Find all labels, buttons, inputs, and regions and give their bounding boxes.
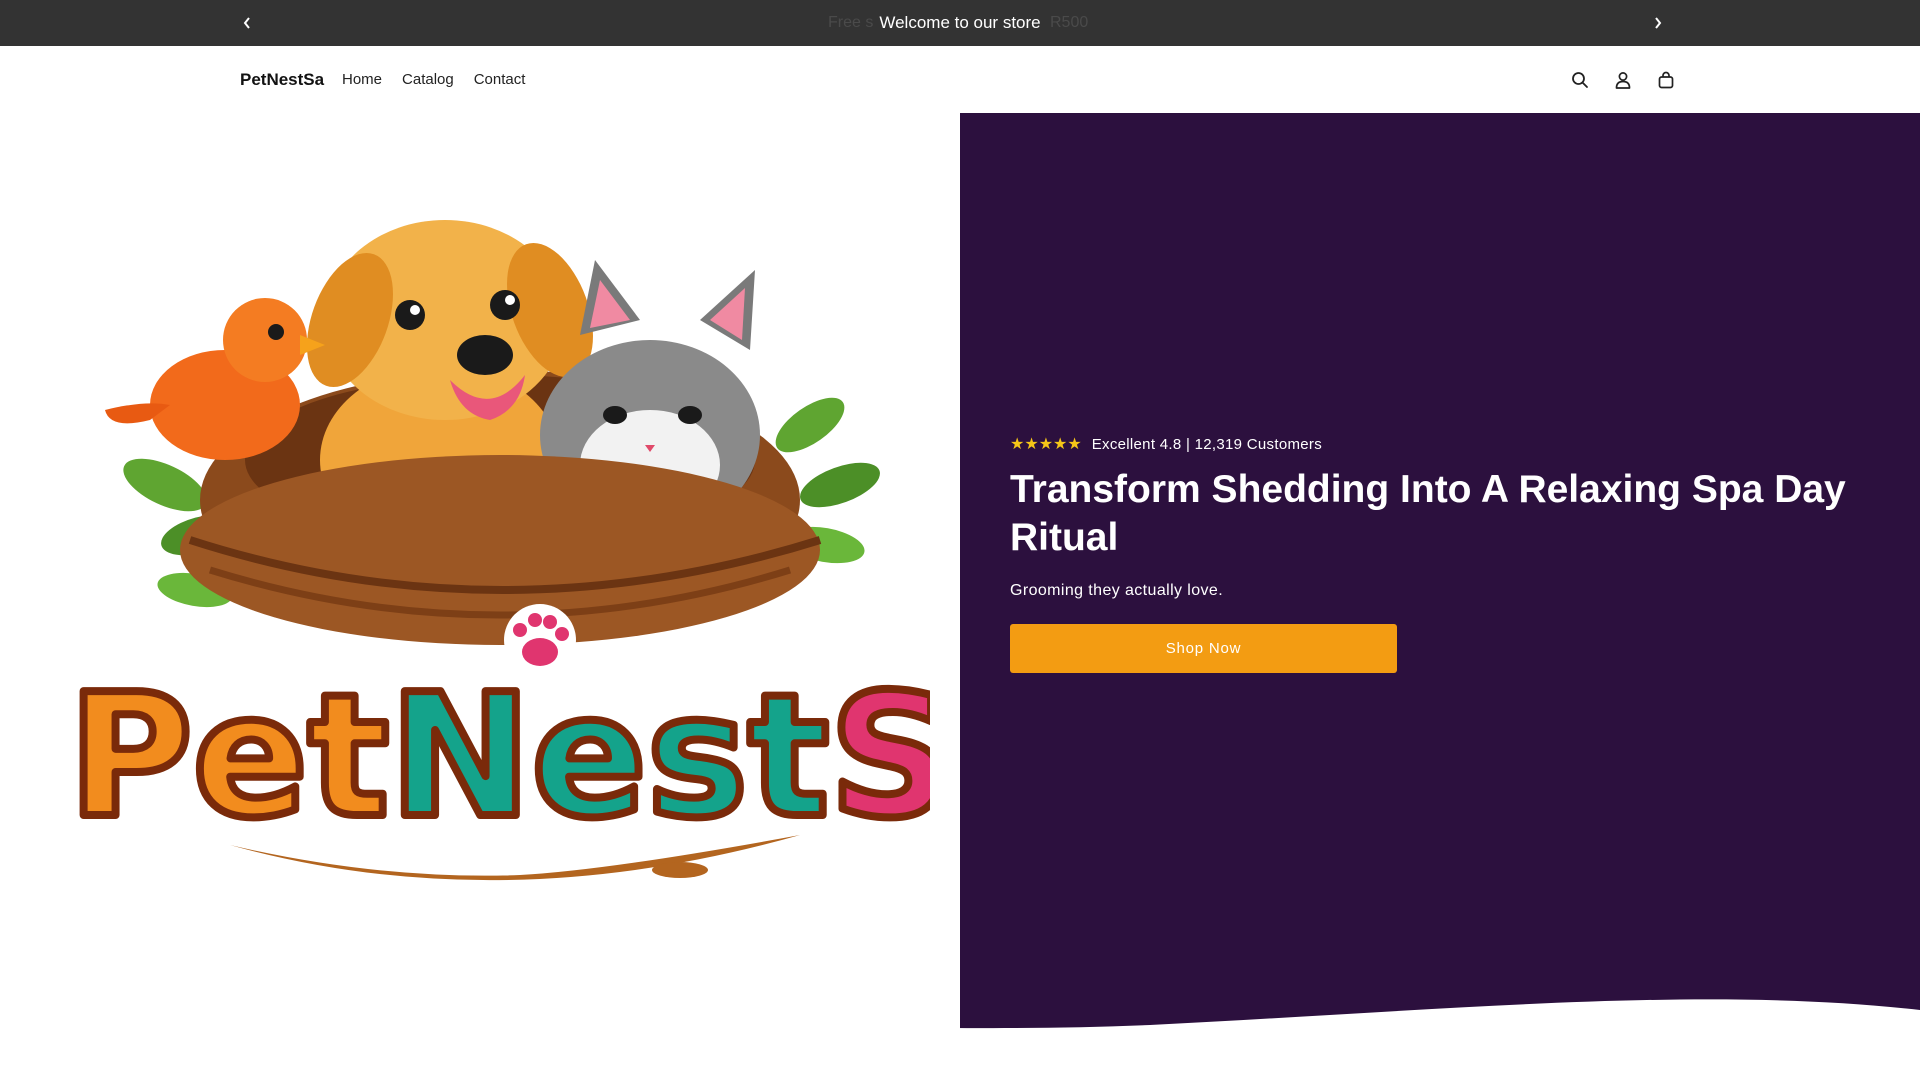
announcement-message: Welcome to our store bbox=[873, 13, 1047, 33]
hero-headline: Transform Shedding Into A Relaxing Spa D… bbox=[1010, 468, 1846, 559]
logo-wordmark: PetNestSA PetNestSA bbox=[51, 641, 930, 873]
logo-text-sa: SA bbox=[829, 658, 930, 856]
hero-subheadline: Grooming they actually love. bbox=[1010, 582, 1224, 599]
rating-row: ★★★★★ Excellent 4.8 | 12,319 Customers bbox=[1010, 434, 1322, 454]
logo-text-nest: Nest bbox=[389, 658, 829, 856]
nav-home[interactable]: Home bbox=[342, 71, 382, 88]
search-button[interactable] bbox=[1568, 68, 1592, 92]
brand-logo-text[interactable]: PetNestSa bbox=[240, 46, 324, 113]
chevron-left-icon bbox=[243, 17, 250, 29]
account-button[interactable] bbox=[1611, 68, 1635, 92]
petnestsa-logo-image: PetNestSA PetNestSA bbox=[51, 220, 930, 881]
cart-button[interactable] bbox=[1654, 68, 1678, 92]
paw-icon bbox=[504, 604, 576, 676]
nav-contact[interactable]: Contact bbox=[474, 71, 526, 88]
rating-stars-icon: ★★★★★ bbox=[1010, 436, 1082, 453]
wave-divider bbox=[0, 999, 1920, 1080]
announcement-ghost-left: Free s bbox=[828, 14, 874, 31]
rating-text: Excellent 4.8 | 12,319 Customers bbox=[1091, 435, 1322, 453]
announcement-slider: Free s Welcome to our store R500 bbox=[760, 0, 1160, 46]
account-icon bbox=[1615, 72, 1631, 89]
main-nav: Home Catalog Contact bbox=[342, 46, 525, 113]
logo-text-colored: PetNestSA bbox=[68, 658, 930, 856]
cart-icon bbox=[1658, 71, 1674, 89]
announcement-bar: Free s Welcome to our store R500 bbox=[0, 0, 1920, 46]
announcement-ghost-right: R500 bbox=[1050, 14, 1089, 31]
nav-catalog[interactable]: Catalog bbox=[402, 71, 454, 88]
shop-now-button[interactable]: Shop Now bbox=[1010, 624, 1397, 673]
announcement-next-button[interactable] bbox=[1638, 0, 1678, 46]
chevron-right-icon bbox=[1655, 17, 1662, 29]
logo-text-pet: Pet bbox=[68, 658, 389, 856]
search-icon bbox=[1572, 72, 1588, 88]
site-header: PetNestSa Home Catalog Contact bbox=[0, 46, 1920, 113]
announcement-prev-button[interactable] bbox=[227, 0, 267, 46]
